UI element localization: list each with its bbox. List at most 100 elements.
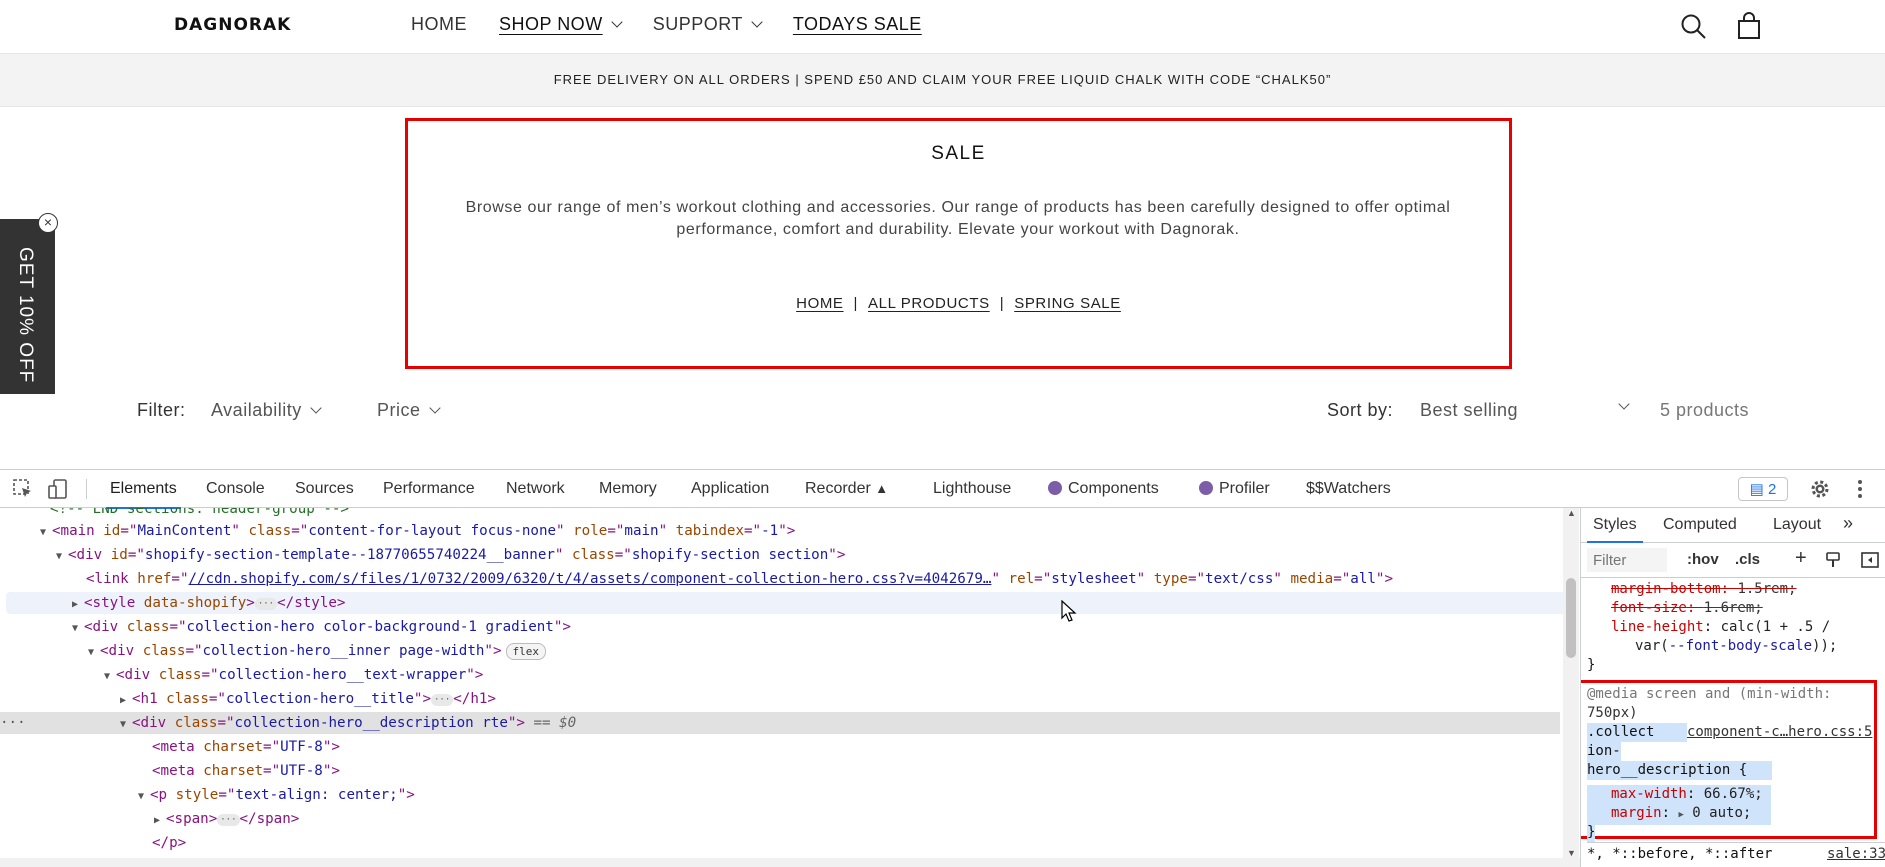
hover-state-button[interactable]: :hov bbox=[1687, 551, 1719, 568]
dom-node-text-wrapper[interactable]: ▼ <div class="collection-hero__text-wrapp… bbox=[0, 664, 1563, 686]
tab-components[interactable]: Components bbox=[1048, 480, 1159, 498]
tab-recorder[interactable]: Recorder ▲ bbox=[805, 480, 888, 498]
tab-layout[interactable]: Layout bbox=[1773, 516, 1821, 534]
expand-triangle-icon[interactable]: ▼ bbox=[40, 522, 52, 544]
search-icon[interactable] bbox=[1679, 12, 1709, 42]
dom-node-p[interactable]: ▼ <p style="text-align: center;"> bbox=[0, 784, 1563, 806]
css-declaration[interactable]: margin: ▶ 0 auto; bbox=[1587, 804, 1771, 825]
dom-node-span[interactable]: ▶ <span> ··· </span> bbox=[0, 808, 1563, 830]
issues-badge[interactable]: ▤ 2 bbox=[1738, 477, 1788, 501]
stylesheet-link[interactable]: //cdn.shopify.com/s/files/1/0732/2009/63… bbox=[189, 571, 992, 587]
more-tabs-icon[interactable]: » bbox=[1843, 513, 1853, 534]
dom-node-main[interactable]: ▼ <main id="MainContent" class="content-f… bbox=[0, 520, 1563, 542]
scroll-down-icon[interactable]: ▼ bbox=[1567, 848, 1576, 858]
expand-triangle-icon[interactable]: ▼ bbox=[56, 546, 68, 568]
css-selector: hero__description { bbox=[1587, 761, 1772, 780]
dom-node-description-selected[interactable]: ··· ▼ <div class="collection-hero__descrip… bbox=[0, 712, 1560, 734]
expand-triangle-icon[interactable]: ▼ bbox=[104, 666, 116, 688]
scroll-up-icon[interactable]: ▲ bbox=[1567, 508, 1576, 518]
source-link[interactable]: component-c…hero.css:5 bbox=[1687, 723, 1873, 742]
device-toolbar-icon[interactable] bbox=[47, 478, 69, 500]
ellipsis-badge[interactable]: ··· bbox=[217, 814, 240, 826]
nav-todays-sale[interactable]: TODAYS SALE bbox=[793, 14, 922, 35]
breadcrumb-separator: | bbox=[999, 295, 1005, 312]
expand-triangle-icon[interactable]: ▶ bbox=[1678, 810, 1683, 820]
comment-text: <!-- END sections: header-group --> bbox=[50, 508, 349, 517]
availability-dropdown[interactable]: Availability bbox=[211, 400, 322, 421]
css-selector[interactable]: .collect component-c…hero.css:5 bbox=[1587, 723, 1873, 742]
dom-node-meta[interactable]: <meta charset="UTF-8"> bbox=[0, 736, 1563, 758]
breadcrumb-all-products[interactable]: ALL PRODUCTS bbox=[868, 295, 990, 312]
discount-promo-tab[interactable]: GET 10% OFF bbox=[0, 219, 55, 394]
css-declaration[interactable]: font-size: 1.6rem; bbox=[1611, 599, 1763, 618]
dom-node-style[interactable]: ▶ <style data-shopify> ··· </style> bbox=[6, 592, 1563, 614]
expand-triangle-icon[interactable]: ▶ bbox=[72, 594, 84, 616]
dom-node-link[interactable]: <link href="//cdn.shopify.com/s/files/1/… bbox=[0, 568, 1563, 590]
expand-triangle-icon[interactable]: ▶ bbox=[120, 690, 132, 712]
cart-icon[interactable] bbox=[1734, 12, 1764, 42]
ellipsis-badge[interactable]: ··· bbox=[254, 598, 278, 610]
tab-network[interactable]: Network bbox=[506, 480, 565, 498]
flex-badge[interactable]: flex bbox=[505, 643, 546, 660]
promo-label: GET 10% OFF bbox=[15, 247, 36, 384]
nav-home[interactable]: HOME bbox=[411, 14, 467, 35]
react-icon bbox=[1048, 481, 1062, 495]
breadcrumb-home[interactable]: HOME bbox=[796, 295, 843, 312]
css-declaration[interactable]: line-height: calc(1 + .5 / bbox=[1611, 618, 1830, 637]
ellipsis-badge[interactable]: ··· bbox=[431, 694, 454, 706]
dom-node-p-close[interactable]: </p> bbox=[0, 832, 1563, 854]
availability-label: Availability bbox=[211, 400, 302, 420]
price-dropdown[interactable]: Price bbox=[377, 400, 441, 421]
expand-triangle-icon[interactable]: ▶ bbox=[154, 810, 166, 832]
sort-select[interactable]: Best selling bbox=[1420, 398, 1630, 421]
nav-shop-now[interactable]: SHOP NOW bbox=[499, 14, 623, 35]
more-dots-icon[interactable]: ··· bbox=[0, 712, 120, 734]
attr-value: shopify-section-template--18770655740224… bbox=[144, 547, 555, 563]
tab-lighthouse[interactable]: Lighthouse bbox=[933, 480, 1011, 498]
expand-triangle-icon[interactable]: ▼ bbox=[120, 714, 132, 736]
dom-tree[interactable]: <!-- END sections: header-group --> ▼ <ma… bbox=[0, 508, 1563, 858]
breadcrumb-spring-sale[interactable]: SPRING SALE bbox=[1014, 295, 1121, 312]
dom-node-collection-hero[interactable]: ▼ <div class="collection-hero color-backg… bbox=[0, 616, 1563, 638]
inspect-element-icon[interactable] bbox=[12, 478, 34, 500]
css-variable[interactable]: --font-body-scale bbox=[1669, 638, 1812, 654]
paint-icon[interactable] bbox=[1824, 551, 1842, 569]
tab-application[interactable]: Application bbox=[691, 480, 769, 498]
css-declaration[interactable]: margin-bottom: 1.5rem; bbox=[1611, 580, 1796, 599]
tab-styles[interactable]: Styles bbox=[1587, 516, 1643, 543]
styles-filter-input[interactable] bbox=[1587, 548, 1667, 572]
dom-node-h1[interactable]: ▶ <h1 class="collection-hero__title"> ··· <… bbox=[0, 688, 1563, 710]
logo[interactable]: DAGNORAK bbox=[174, 15, 291, 35]
expand-triangle-icon[interactable]: ▼ bbox=[138, 786, 150, 808]
expand-triangle-icon[interactable]: ▼ bbox=[88, 642, 100, 664]
tag-name: main bbox=[60, 523, 95, 539]
tab-console[interactable]: Console bbox=[206, 480, 265, 498]
attr-value: collection-hero__text-wrapper bbox=[218, 667, 467, 683]
tab-watchers[interactable]: $$Watchers bbox=[1306, 480, 1391, 498]
class-toggle-button[interactable]: .cls bbox=[1735, 551, 1760, 568]
tab-sources[interactable]: Sources bbox=[295, 480, 354, 498]
expand-triangle-icon[interactable]: ▼ bbox=[72, 618, 84, 640]
tab-elements[interactable]: Elements bbox=[106, 480, 181, 509]
dom-scrollbar[interactable]: ▲ ▼ bbox=[1563, 508, 1579, 858]
dom-node-hero-inner[interactable]: ▼ <div class="collection-hero__inner page… bbox=[0, 640, 1563, 662]
sidebar-toggle-icon[interactable] bbox=[1861, 551, 1879, 569]
more-vertical-icon[interactable] bbox=[1849, 478, 1871, 500]
dom-comment-line[interactable]: <!-- END sections: header-group --> bbox=[0, 508, 1563, 520]
sort-value: Best selling bbox=[1420, 400, 1519, 420]
universal-rule[interactable]: *, *::before, *::after sale:33 bbox=[1587, 842, 1885, 862]
tab-performance[interactable]: Performance bbox=[383, 480, 475, 498]
add-rule-icon[interactable]: + bbox=[1795, 547, 1807, 570]
close-icon[interactable]: × bbox=[38, 213, 58, 233]
css-declaration[interactable]: max-width: 66.67%; bbox=[1587, 785, 1771, 804]
scrollbar-thumb[interactable] bbox=[1566, 578, 1576, 658]
tab-profiler[interactable]: Profiler bbox=[1199, 480, 1270, 498]
source-link[interactable]: sale:33 bbox=[1827, 846, 1885, 862]
dom-node-meta[interactable]: <meta charset="UTF-8"> bbox=[0, 760, 1563, 782]
tab-memory[interactable]: Memory bbox=[599, 480, 657, 498]
nav-support[interactable]: SUPPORT bbox=[653, 14, 763, 35]
media-query[interactable]: @media screen and (min-width: bbox=[1587, 685, 1831, 704]
tab-computed[interactable]: Computed bbox=[1663, 516, 1737, 534]
dom-node-section[interactable]: ▼ <div id="shopify-section-template--1877… bbox=[0, 544, 1563, 566]
gear-icon[interactable] bbox=[1809, 478, 1831, 500]
